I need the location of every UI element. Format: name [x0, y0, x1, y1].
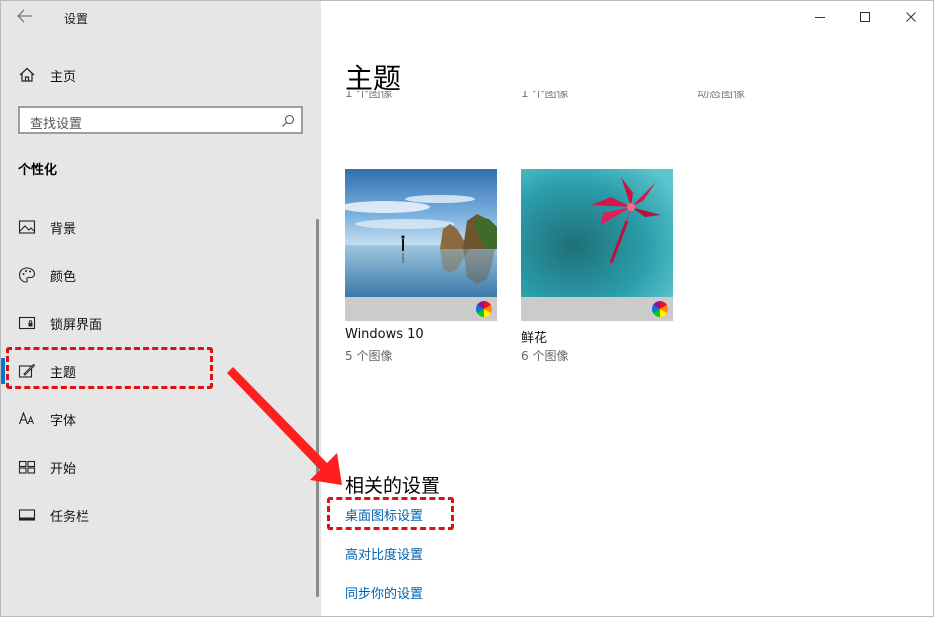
- search-icon: [281, 113, 295, 127]
- theme-name: 鲜花: [521, 331, 548, 346]
- start-grid-icon: [18, 458, 36, 476]
- font-icon: [18, 410, 36, 428]
- back-button[interactable]: [11, 5, 39, 31]
- high-contrast-settings-link[interactable]: 高对比度设置: [345, 544, 423, 563]
- theme-tile-windows10[interactable]: Windows 10 5 个图像: [345, 169, 497, 363]
- theme-image-count: 6 个图像: [521, 349, 569, 363]
- sync-settings-link[interactable]: 同步你的设置: [345, 583, 423, 602]
- close-button[interactable]: [901, 9, 921, 29]
- sidebar-item-background[interactable]: 背景: [1, 207, 321, 247]
- app-title: 设置: [64, 12, 89, 26]
- back-arrow-icon: [17, 9, 32, 23]
- theme-count-partial: 动态图像: [697, 91, 746, 100]
- beach-landscape-image: [345, 169, 497, 297]
- maximize-button[interactable]: [855, 9, 875, 29]
- sidebar-item-fonts[interactable]: 字体: [1, 399, 321, 439]
- sidebar-scrollbar[interactable]: [316, 219, 319, 597]
- annotation-highlight-themes: [6, 347, 213, 389]
- theme-color-strip: [521, 297, 673, 321]
- sidebar-item-label: 背景: [50, 222, 77, 237]
- sidebar-item-start[interactable]: 开始: [1, 447, 321, 487]
- taskbar-icon: [18, 506, 36, 524]
- main-content: 主题 1 个图像 1 个图像 动态图像 Windows 10 5 个图像 鲜花 …: [321, 1, 933, 616]
- sidebar-item-label: 开始: [50, 462, 77, 477]
- sidebar-item-colors[interactable]: 颜色: [1, 255, 321, 295]
- home-icon: [18, 66, 36, 84]
- settings-window: 设置 主页 查找设置 个性化 背景 颜色 锁屏界面 主题 字体 开始 任务栏 主…: [0, 0, 934, 617]
- sidebar-item-label: 主页: [50, 70, 77, 85]
- close-icon: [906, 12, 916, 22]
- search-placeholder: 查找设置: [30, 117, 83, 132]
- lock-screen-icon: [18, 314, 36, 332]
- sidebar-item-label: 锁屏界面: [50, 318, 103, 333]
- annotation-highlight-desktop-icons: [327, 497, 454, 530]
- palette-icon: [18, 266, 36, 284]
- theme-thumbnail: [521, 169, 673, 321]
- sidebar-item-lock-screen[interactable]: 锁屏界面: [1, 303, 321, 343]
- picture-icon: [18, 218, 36, 236]
- sidebar-item-home[interactable]: 主页: [1, 55, 321, 95]
- minimize-button[interactable]: [810, 9, 830, 29]
- maximize-icon: [860, 12, 870, 22]
- theme-color-strip: [345, 297, 497, 321]
- related-settings-heading: 相关的设置: [345, 475, 441, 497]
- theme-thumbnail: [345, 169, 497, 321]
- sidebar-item-label: 任务栏: [50, 510, 90, 525]
- sidebar-item-taskbar[interactable]: 任务栏: [1, 495, 321, 535]
- color-wheel-icon: [652, 301, 668, 317]
- minimize-icon: [815, 17, 825, 18]
- theme-count-partial: 1 个图像: [345, 91, 393, 100]
- section-heading: 个性化: [18, 163, 58, 178]
- sidebar: 设置 主页 查找设置 个性化 背景 颜色 锁屏界面 主题 字体 开始 任务栏: [1, 1, 321, 616]
- sidebar-item-label: 字体: [50, 414, 77, 429]
- theme-name: Windows 10: [345, 327, 424, 342]
- search-input[interactable]: 查找设置: [18, 106, 303, 134]
- theme-count-partial: 1 个图像: [521, 91, 569, 100]
- sidebar-item-label: 颜色: [50, 270, 77, 285]
- theme-tile-flowers[interactable]: 鲜花 6 个图像: [521, 169, 673, 363]
- theme-image-count: 5 个图像: [345, 349, 393, 363]
- color-wheel-icon: [476, 301, 492, 317]
- flower-image: [521, 169, 673, 297]
